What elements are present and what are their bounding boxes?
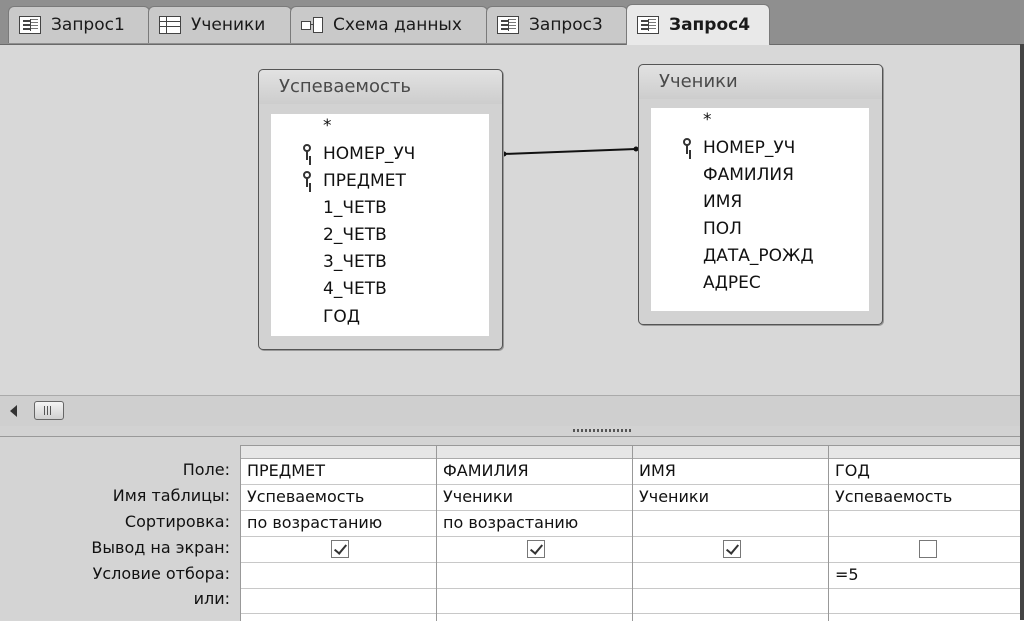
primary-key-icon (301, 171, 315, 187)
row-label-or: или: (193, 589, 230, 608)
document-tab-bar: Запрос1 Ученики Схема данных Запрос3 Зап… (0, 0, 1024, 45)
table-fieldlist-uspevaemost[interactable]: Успеваемость * НОМЕР_УЧ ПРЕДМЕТ 1_ЧЕТВ 2… (258, 69, 503, 350)
row-label-table: Имя таблицы: (112, 486, 230, 505)
row-label-field: Поле: (182, 460, 230, 479)
row-label-sort: Сортировка: (124, 512, 230, 531)
query-icon (497, 16, 519, 34)
column-selector[interactable] (633, 446, 828, 459)
tab-label: Запрос4 (669, 15, 751, 35)
window-edge (1020, 44, 1024, 620)
grid-sort-cell[interactable] (829, 513, 1024, 535)
tab-zapros3[interactable]: Запрос3 (486, 6, 628, 43)
scrollbar-thumb[interactable] (34, 401, 64, 420)
grid-table-cell[interactable]: Ученики (437, 487, 632, 506)
horizontal-scrollbar[interactable] (0, 395, 1020, 427)
table-icon (159, 16, 181, 34)
field-item[interactable]: АДРЕС (703, 273, 761, 293)
field-item[interactable]: ГОД (323, 307, 360, 327)
show-checkbox[interactable] (919, 540, 937, 558)
row-label-show: Вывод на экран: (91, 538, 230, 557)
query-icon (637, 16, 659, 34)
field-item[interactable]: 3_ЧЕТВ (323, 252, 387, 272)
tab-zapros4[interactable]: Запрос4 (626, 4, 770, 45)
grid-table-cell[interactable]: Успеваемость (241, 487, 436, 506)
grid-table-cell[interactable]: Успеваемость (829, 487, 1024, 506)
field-item[interactable]: ПРЕДМЕТ (323, 171, 406, 191)
column-selector[interactable] (829, 446, 1024, 459)
grid-field-cell[interactable]: ФАМИЛИЯ (437, 461, 632, 480)
grid-criteria-cell[interactable] (633, 565, 828, 587)
field-item[interactable]: ИМЯ (703, 192, 742, 212)
grid-criteria-cell[interactable] (241, 565, 436, 587)
show-checkbox[interactable] (723, 540, 741, 558)
tab-ucheniki[interactable]: Ученики (148, 6, 292, 43)
field-item[interactable]: ПОЛ (703, 219, 742, 239)
query-grid-pane: Поле: Имя таблицы: Сортировка: Вывод на … (0, 437, 1024, 621)
field-item[interactable]: ФАМИЛИЯ (703, 165, 794, 185)
field-item[interactable]: * (323, 116, 332, 136)
tab-relationships[interactable]: Схема данных (290, 6, 488, 43)
grid-field-cell[interactable]: ИМЯ (633, 461, 828, 480)
tab-zapros1[interactable]: Запрос1 (8, 6, 150, 43)
relationships-icon (301, 16, 323, 34)
show-checkbox[interactable] (527, 540, 545, 558)
scroll-left-arrow-icon[interactable] (10, 405, 17, 417)
column-selector[interactable] (241, 446, 436, 459)
field-item[interactable]: НОМЕР_УЧ (323, 144, 415, 164)
grid-sort-cell[interactable]: по возрастанию (437, 513, 632, 532)
grid-sort-cell[interactable] (633, 513, 828, 535)
table-fieldlist-ucheniki[interactable]: Ученики * НОМЕР_УЧ ФАМИЛИЯ ИМЯ ПОЛ ДАТА_… (638, 64, 883, 325)
tab-label: Запрос1 (51, 15, 125, 35)
grid-field-cell[interactable]: ГОД (829, 461, 1024, 480)
field-item[interactable]: * (703, 110, 712, 130)
grid-table-cell[interactable]: Ученики (633, 487, 828, 506)
field-item[interactable]: 4_ЧЕТВ (323, 279, 387, 299)
tab-label: Схема данных (333, 15, 462, 35)
grid-criteria-cell[interactable] (437, 565, 632, 587)
column-selector[interactable] (437, 446, 632, 459)
show-checkbox[interactable] (331, 540, 349, 558)
grid-criteria-cell[interactable]: =5 (829, 565, 1024, 584)
table-title[interactable]: Успеваемость (259, 70, 502, 104)
table-title[interactable]: Ученики (639, 65, 882, 99)
field-item[interactable]: 2_ЧЕТВ (323, 225, 387, 245)
tab-label: Запрос3 (529, 15, 603, 35)
query-design-area[interactable]: Успеваемость * НОМЕР_УЧ ПРЕДМЕТ 1_ЧЕТВ 2… (0, 45, 1020, 395)
pane-splitter[interactable] (0, 426, 1020, 437)
query-icon (19, 16, 41, 34)
query-design-grid: ПРЕДМЕТ Успеваемость по возрастанию ФАМИ… (240, 445, 1024, 621)
field-item[interactable]: 1_ЧЕТВ (323, 198, 387, 218)
field-item[interactable]: ДАТА_РОЖД (703, 246, 814, 266)
tab-label: Ученики (191, 15, 266, 35)
splitter-grip[interactable] (573, 429, 633, 432)
primary-key-icon (681, 138, 695, 154)
field-item[interactable]: НОМЕР_УЧ (703, 138, 795, 158)
row-label-criteria: Условие отбора: (92, 564, 230, 583)
grid-sort-cell[interactable]: по возрастанию (241, 513, 436, 532)
primary-key-icon (301, 144, 315, 160)
grid-field-cell[interactable]: ПРЕДМЕТ (241, 461, 436, 480)
